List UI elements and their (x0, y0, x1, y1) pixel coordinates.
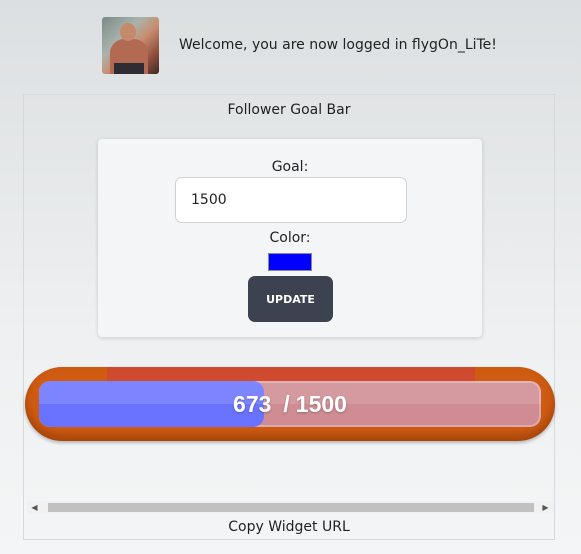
follower-goal-bar: 673 / 1500 (25, 367, 555, 441)
avatar (102, 17, 159, 74)
panel-title: Follower Goal Bar (227, 102, 351, 118)
progress-text: 673 / 1500 (39, 381, 541, 427)
color-label: Color: (269, 230, 311, 246)
arrow-left-icon[interactable]: ◀ (27, 501, 42, 514)
widget-panel: Follower Goal Bar Goal: Color: UPDATE 67… (23, 94, 555, 540)
goal-input[interactable] (175, 177, 407, 223)
arrow-right-icon[interactable]: ▶ (538, 501, 553, 514)
copy-widget-url-link[interactable]: Copy Widget URL (24, 519, 554, 535)
welcome-message: Welcome, you are now logged in flygOn_Li… (179, 37, 497, 53)
goal-label: Goal: (271, 159, 309, 175)
header: Welcome, you are now logged in flygOn_Li… (0, 0, 581, 92)
update-button[interactable]: UPDATE (248, 276, 333, 322)
horizontal-scrollbar[interactable]: ◀ ▶ (27, 501, 553, 514)
progress-goal: 1500 (295, 390, 347, 417)
progress-separator: / (283, 390, 290, 417)
progress-track: 673 / 1500 (39, 381, 541, 427)
scrollbar-thumb[interactable] (48, 503, 534, 512)
goal-settings-form: Goal: Color: UPDATE (98, 139, 482, 337)
progress-current: 673 (233, 390, 272, 417)
color-picker[interactable] (268, 253, 312, 271)
